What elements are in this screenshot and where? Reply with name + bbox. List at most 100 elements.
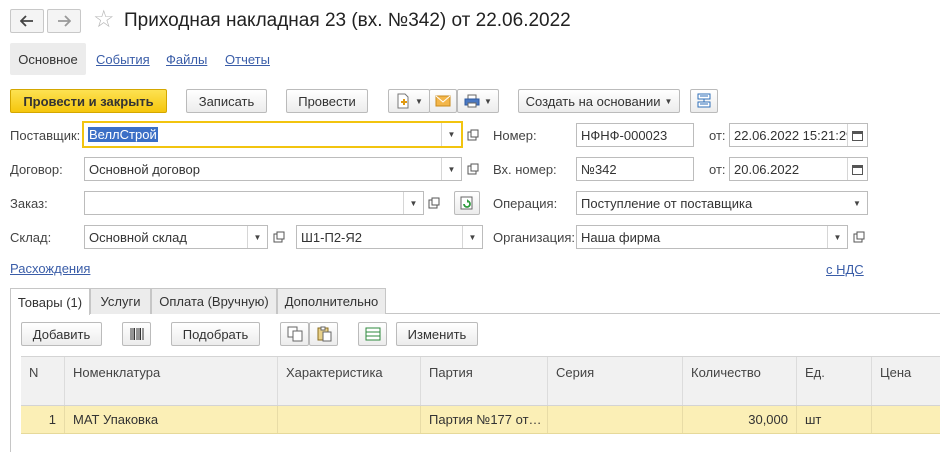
chevron-down-icon: ▼: [415, 96, 423, 106]
column-header-unit[interactable]: Ед.: [797, 357, 872, 405]
order-field[interactable]: ▼: [84, 191, 424, 215]
chevron-down-icon[interactable]: ▼: [847, 192, 867, 214]
column-header-quantity[interactable]: Количество: [683, 357, 797, 405]
organization-label: Организация:: [493, 230, 576, 245]
structure-icon: [697, 93, 711, 108]
incoming-date-field[interactable]: 20.06.2022: [729, 157, 868, 181]
chevron-down-icon[interactable]: ▼: [462, 226, 482, 248]
discrepancies-link[interactable]: Расхождения: [10, 261, 90, 276]
tab-services[interactable]: Услуги: [90, 288, 151, 314]
chevron-down-icon[interactable]: ▼: [403, 192, 423, 214]
barcode-button[interactable]: [122, 322, 151, 346]
document-structure-button[interactable]: [690, 89, 718, 113]
organization-value: Наша фирма: [581, 229, 661, 245]
section-files[interactable]: Файлы: [166, 52, 207, 67]
send-email-button[interactable]: [429, 89, 457, 113]
warehouse-value: Основной склад: [89, 229, 187, 245]
post-button[interactable]: Провести: [286, 89, 368, 113]
change-button[interactable]: Изменить: [396, 322, 478, 346]
print-button[interactable]: ▼: [457, 89, 499, 113]
save-button[interactable]: Записать: [186, 89, 267, 113]
organization-field[interactable]: Наша фирма ▼: [576, 225, 848, 249]
chevron-down-icon[interactable]: ▼: [441, 158, 461, 180]
forward-button[interactable]: [47, 9, 81, 33]
chevron-down-icon[interactable]: ▼: [441, 123, 461, 146]
supplier-open-button[interactable]: [463, 123, 483, 147]
date-from-label: от:: [709, 128, 726, 143]
fill-table-button[interactable]: [358, 322, 387, 346]
section-reports[interactable]: Отчеты: [225, 52, 270, 67]
column-header-n[interactable]: N: [21, 357, 65, 405]
table-row[interactable]: 1 МАТ Упаковка Партия №177 от… 30,000 шт: [21, 406, 940, 434]
attach-file-button[interactable]: ▼: [388, 89, 430, 113]
column-header-characteristic[interactable]: Характеристика: [278, 357, 421, 405]
copy-rows-button[interactable]: [280, 322, 309, 346]
contract-open-button[interactable]: [463, 157, 483, 181]
open-icon: [273, 231, 285, 243]
pick-button[interactable]: Подобрать: [171, 322, 260, 346]
chevron-down-icon: ▼: [664, 96, 673, 106]
column-header-price[interactable]: Цена: [872, 357, 940, 405]
operation-value: Поступление от поставщика: [581, 195, 753, 211]
supplier-field[interactable]: ВеллСтрой ▼: [82, 121, 463, 148]
column-header-batch[interactable]: Партия: [421, 357, 548, 405]
supplier-value: ВеллСтрой: [88, 127, 158, 142]
arrow-right-icon: [58, 15, 71, 27]
chevron-down-icon[interactable]: ▼: [827, 226, 847, 248]
paste-rows-button[interactable]: [309, 322, 338, 346]
storage-cell-field[interactable]: Ш1-П2-Я2 ▼: [296, 225, 483, 249]
storage-cell-value: Ш1-П2-Я2: [301, 229, 362, 245]
column-header-item[interactable]: Номенклатура: [65, 357, 278, 405]
chevron-down-icon: ▼: [484, 96, 492, 106]
add-row-button[interactable]: Добавить: [21, 322, 102, 346]
post-and-close-button[interactable]: Провести и закрыть: [10, 89, 167, 113]
supplier-label: Поставщик:: [10, 128, 81, 143]
incoming-number-field[interactable]: №342: [576, 157, 694, 181]
mail-icon: [435, 95, 451, 107]
back-button[interactable]: [10, 9, 44, 33]
date-field[interactable]: 22.06.2022 15:21:29: [729, 123, 868, 147]
vat-link[interactable]: с НДС: [826, 262, 864, 277]
fill-by-order-button[interactable]: [454, 191, 480, 215]
open-icon: [428, 197, 440, 209]
cell-batch: Партия №177 от…: [421, 406, 548, 433]
contract-field[interactable]: Основной договор ▼: [84, 157, 462, 181]
contract-label: Договор:: [10, 162, 63, 177]
warehouse-open-button[interactable]: [269, 225, 289, 249]
tab-payment[interactable]: Оплата (Вручную): [151, 288, 277, 314]
tab-additional[interactable]: Дополнительно: [277, 288, 386, 314]
open-icon: [467, 163, 479, 175]
incoming-number-value: №342: [581, 161, 617, 177]
order-label: Заказ:: [10, 196, 48, 211]
cell-unit: шт: [797, 406, 872, 433]
printer-icon: [464, 94, 480, 108]
order-open-button[interactable]: [424, 191, 444, 215]
number-label: Номер:: [493, 128, 537, 143]
calendar-icon[interactable]: [847, 158, 867, 180]
cell-n: 1: [21, 406, 65, 433]
section-main[interactable]: Основное: [10, 43, 86, 75]
column-header-series[interactable]: Серия: [548, 357, 683, 405]
refresh-document-icon: [460, 196, 473, 210]
operation-field[interactable]: Поступление от поставщика ▼: [576, 191, 868, 215]
cell-characteristic: [278, 406, 421, 433]
chevron-down-icon[interactable]: ▼: [247, 226, 267, 248]
organization-open-button[interactable]: [849, 225, 869, 249]
contract-value: Основной договор: [89, 161, 200, 177]
incoming-date-value: 20.06.2022: [734, 161, 800, 177]
date-value: 22.06.2022 15:21:29: [734, 127, 847, 143]
section-events[interactable]: События: [96, 52, 150, 67]
calendar-icon[interactable]: [847, 124, 867, 146]
number-field[interactable]: НФНФ-000023: [576, 123, 694, 147]
tab-goods[interactable]: Товары (1): [10, 288, 90, 315]
star-icon[interactable]: ☆: [93, 7, 115, 33]
page-title: Приходная накладная 23 (вх. №342) от 22.…: [124, 10, 571, 31]
warehouse-label: Склад:: [10, 230, 52, 245]
table-header: N Номенклатура Характеристика Партия Сер…: [21, 356, 940, 406]
incoming-date-from-label: от:: [709, 162, 726, 177]
create-based-on-button[interactable]: Создать на основании ▼: [518, 89, 680, 113]
warehouse-field[interactable]: Основной склад ▼: [84, 225, 268, 249]
cell-quantity: 30,000: [683, 406, 797, 433]
cell-price: [872, 406, 940, 433]
cell-series: [548, 406, 683, 433]
